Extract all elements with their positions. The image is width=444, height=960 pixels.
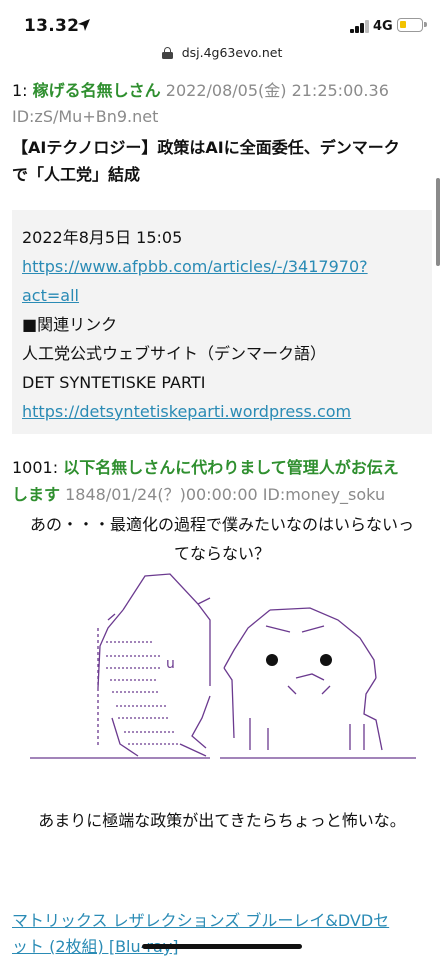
url-bar[interactable]: dsj.4g63evo.net bbox=[0, 42, 444, 64]
url-text: dsj.4g63evo.net bbox=[181, 45, 283, 60]
post-header-1: 1: 稼げる名無しさん 2022/08/05(金) 21:25:00.36 ID… bbox=[12, 78, 432, 130]
headline-line-2: で「人工党」結成 bbox=[12, 165, 141, 184]
headline-line-1: 【AIテクノロジー】政策はAIに全面委任、デンマーク bbox=[12, 138, 400, 157]
battery-icon bbox=[397, 18, 427, 32]
quote-box: 2022年8月5日 15:05 https://www.afpbb.com/ar… bbox=[12, 210, 432, 434]
lock-icon bbox=[161, 46, 173, 59]
art-glyph: u bbox=[166, 656, 175, 672]
post-number: 1001: bbox=[12, 458, 59, 477]
home-indicator[interactable] bbox=[142, 944, 302, 949]
post-id: ID:money_soku bbox=[262, 485, 386, 504]
post-id: ID:zS/Mu+Bn9.net bbox=[12, 107, 159, 126]
reply-text: あの・・・最適化の過程で僕みたいなのはいらないっ てならない？ bbox=[12, 510, 432, 568]
post-date: 1848/01/24(？)00:00:00 bbox=[65, 485, 258, 504]
party-site-link[interactable]: https://detsyntetiskeparti.wordpress.com bbox=[22, 397, 422, 426]
post-author: 以下名無しさんに代わりまして管理人がお伝え bbox=[63, 458, 399, 477]
post-header-1001: 1001: 以下名無しさんに代わりまして管理人がお伝え します 1848/01/… bbox=[12, 454, 432, 508]
scrollbar[interactable] bbox=[436, 178, 440, 266]
post-author-cont: します bbox=[12, 485, 61, 504]
party-site-label: 人工党公式ウェブサイト（デンマーク語） bbox=[22, 344, 327, 363]
ascii-art-illustration: u bbox=[30, 573, 416, 759]
article-datetime: 2022年8月5日 15:05 bbox=[22, 228, 183, 247]
status-time: 13.32 bbox=[24, 16, 80, 36]
reply-line-1: あの・・・最適化の過程で僕みたいなのはいらないっ bbox=[29, 515, 414, 534]
post-headline: 【AIテクノロジー】政策はAIに全面委任、デンマーク で「人工党」結成 bbox=[12, 134, 432, 188]
product-link[interactable]: マトリックス レザレクションズ ブルーレイ&DVDセ ット (2枚組) [Blu… bbox=[12, 908, 432, 960]
post-author: 稼げる名無しさん bbox=[32, 81, 161, 100]
post-meta-line: 1: 稼げる名無しさん 2022/08/05(金) 21:25:00.36 bbox=[12, 78, 432, 104]
signal-strength-icon bbox=[350, 20, 370, 33]
party-name: DET SYNTETISKE PARTI bbox=[22, 373, 206, 392]
related-links-heading: ■関連リンク bbox=[22, 315, 118, 334]
post-date: 2022/08/05(金) 21:25:00.36 bbox=[165, 81, 389, 100]
article-link[interactable]: https://www.afpbb.com/articles/-/3417970… bbox=[22, 252, 422, 310]
reply-line-2: てならない？ bbox=[173, 544, 270, 563]
status-bar: 13.32 4G bbox=[0, 0, 444, 46]
location-arrow-icon bbox=[78, 19, 90, 31]
network-type: 4G bbox=[373, 19, 393, 34]
post-number: 1: bbox=[12, 81, 28, 100]
art-caption: あまりに極端な政策が出てきたらちょっと怖いな。 bbox=[38, 811, 406, 830]
